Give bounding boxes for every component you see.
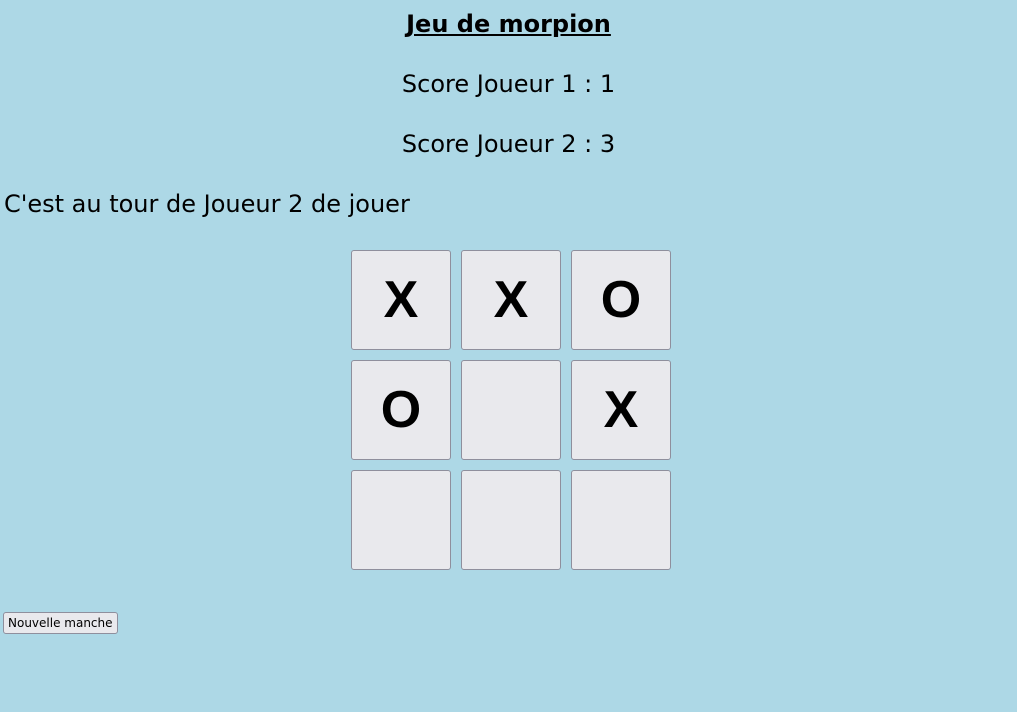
turn-indicator: C'est au tour de Joueur 2 de jouer bbox=[4, 190, 410, 218]
game-board: X X O O X bbox=[351, 250, 671, 570]
game-page: Jeu de morpion Score Joueur 1 : 1 Score … bbox=[0, 0, 1017, 712]
board-cell-5[interactable] bbox=[461, 360, 561, 460]
board-cell-1[interactable]: X bbox=[351, 250, 451, 350]
new-round-button[interactable]: Nouvelle manche bbox=[3, 612, 118, 634]
board-cell-4[interactable]: O bbox=[351, 360, 451, 460]
score-player-1: Score Joueur 1 : 1 bbox=[401, 70, 616, 98]
board-cell-6[interactable]: X bbox=[571, 360, 671, 460]
board-cell-3[interactable]: O bbox=[571, 250, 671, 350]
board-cell-9[interactable] bbox=[571, 470, 671, 570]
board-cell-7[interactable] bbox=[351, 470, 451, 570]
score-player-2: Score Joueur 2 : 3 bbox=[401, 130, 616, 158]
page-title: Jeu de morpion bbox=[406, 10, 611, 38]
board-cell-2[interactable]: X bbox=[461, 250, 561, 350]
board-cell-8[interactable] bbox=[461, 470, 561, 570]
